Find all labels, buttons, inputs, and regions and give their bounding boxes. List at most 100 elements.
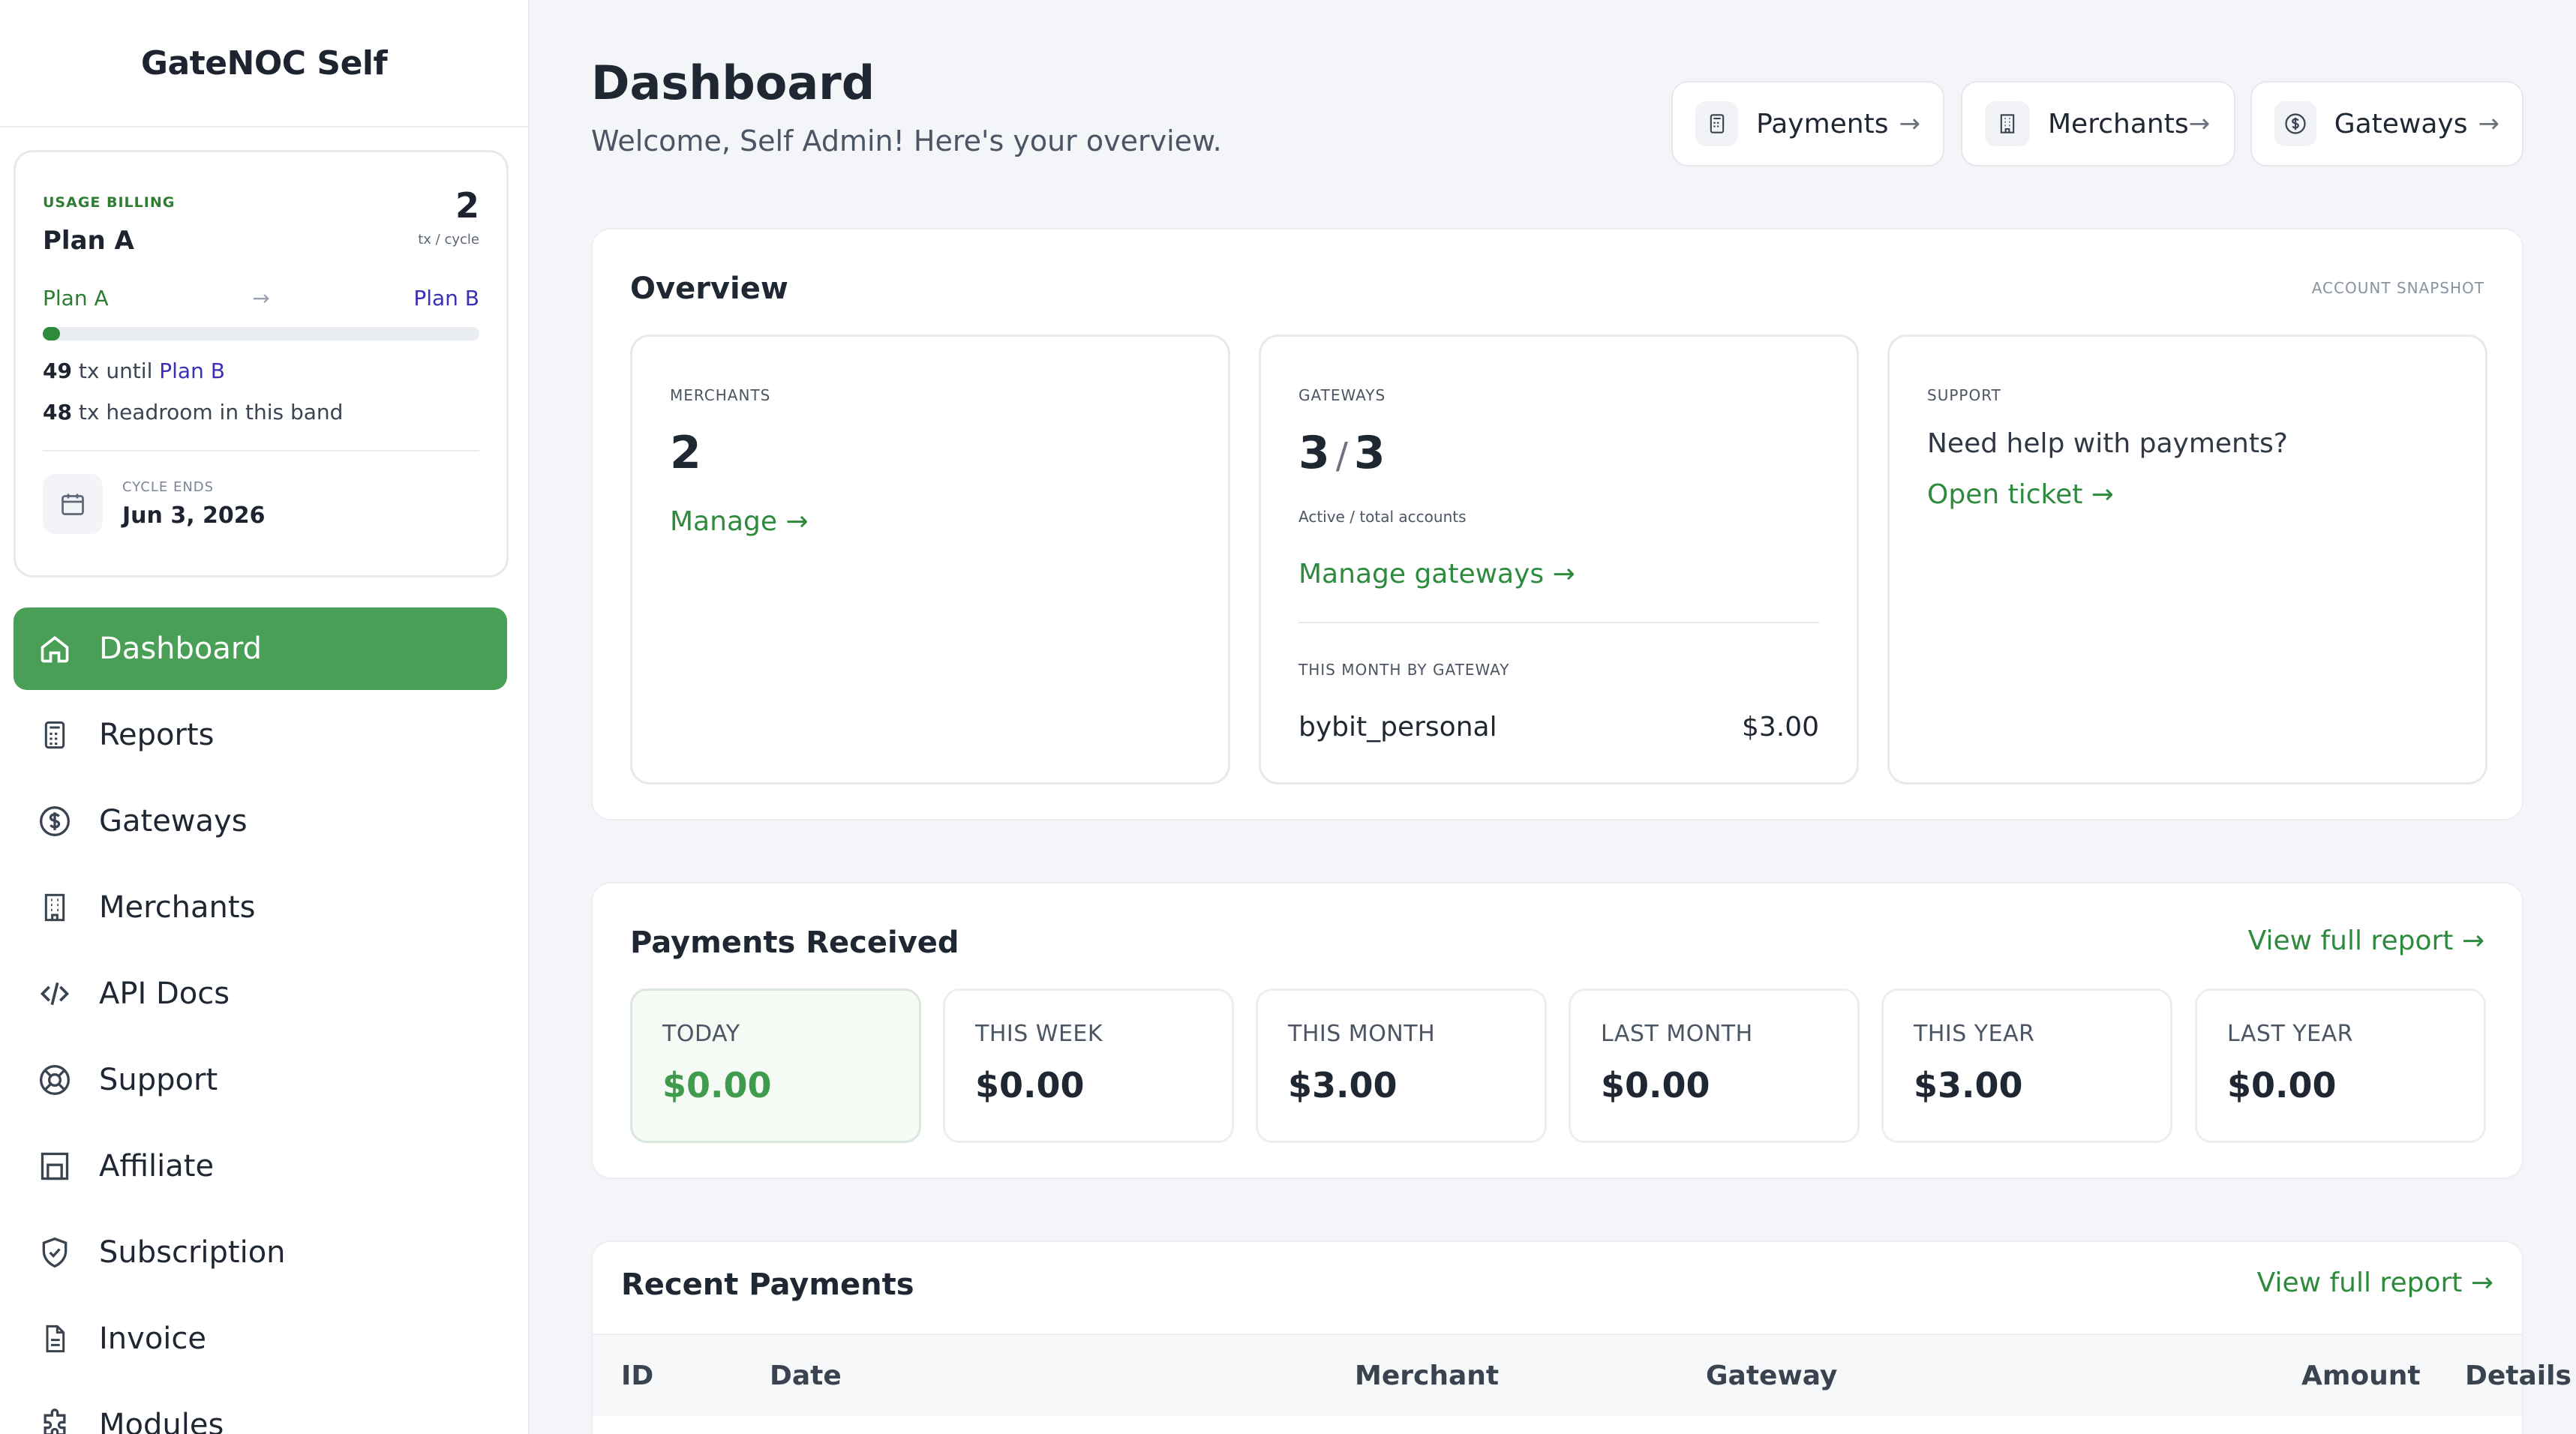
page-title: Dashboard — [591, 56, 875, 110]
quick-link-merchants[interactable]: Merchants → — [1961, 81, 2235, 166]
manage-merchants-link[interactable]: Manage → — [670, 506, 809, 537]
lifebuoy-icon — [38, 1063, 72, 1097]
plan-to: Plan B — [413, 286, 479, 310]
payment-card-today: TODAY $0.00 — [630, 988, 921, 1143]
gateways-label: GATEWAYS — [1299, 386, 1386, 404]
tx-headroom-stat: 48 tx headroom in this band — [43, 400, 479, 424]
payment-card-this-week: THIS WEEK $0.00 — [943, 988, 1234, 1143]
sidebar-item-gateways[interactable]: Gateways — [14, 780, 507, 862]
payment-card-last-year: LAST YEAR $0.00 — [2195, 988, 2486, 1143]
sidebar-item-label: Merchants — [99, 890, 256, 925]
recent-payments-title: Recent Payments — [621, 1268, 914, 1302]
puzzle-icon — [38, 1408, 72, 1434]
payment-card-label: THIS YEAR — [1914, 1021, 2035, 1047]
column-header-id[interactable]: ID — [621, 1360, 653, 1391]
support-question: Need help with payments? — [1927, 428, 2288, 459]
shield-check-icon — [38, 1235, 72, 1270]
gateways-total-count: 3 — [1353, 427, 1386, 479]
view-full-report-link[interactable]: View full report → — [2257, 1268, 2493, 1298]
payment-card-value: $0.00 — [1601, 1065, 1710, 1106]
merchants-count: 2 — [670, 427, 701, 479]
sidebar-item-label: Reports — [99, 718, 215, 752]
quick-link-gateways[interactable]: Gateways → — [2250, 81, 2523, 166]
payment-card-value: $3.00 — [1288, 1065, 1398, 1106]
payment-card-label: THIS MONTH — [1288, 1021, 1436, 1047]
home-icon — [38, 632, 72, 666]
manage-gateways-link[interactable]: Manage gateways → — [1299, 559, 1575, 590]
gateways-card: GATEWAYS 3/3 Active / total accounts Man… — [1259, 334, 1859, 784]
sidebar-item-label: Dashboard — [99, 632, 263, 666]
current-plan-name: Plan A — [43, 226, 134, 256]
month-gateway-row: bybit_personal $3.00 — [1299, 712, 1819, 742]
building-icon — [38, 890, 72, 925]
tx-until-plan: Plan B — [159, 358, 225, 383]
tx-count: 2 — [455, 185, 479, 226]
merchants-card: MERCHANTS 2 Manage → — [630, 334, 1230, 784]
quick-link-label: Payments — [1756, 108, 1889, 140]
sidebar-item-merchants[interactable]: Merchants — [14, 866, 507, 949]
payment-card-label: LAST YEAR — [2227, 1021, 2353, 1047]
sidebar-item-api-docs[interactable]: API Docs — [14, 952, 507, 1035]
sidebar-item-affiliate[interactable]: Affiliate — [14, 1125, 507, 1208]
payment-card-label: TODAY — [662, 1021, 740, 1047]
cycle-ends-date: Jun 3, 2026 — [122, 502, 266, 529]
quick-link-payments[interactable]: Payments → — [1671, 81, 1944, 166]
sidebar: GateNOC Self USAGE BILLING Plan A 2 tx /… — [0, 0, 530, 1434]
payments-received-title: Payments Received — [630, 926, 959, 960]
tx-until-text: tx until — [71, 358, 160, 383]
calendar-icon — [43, 474, 103, 534]
cycle-ends: CYCLE ENDS Jun 3, 2026 — [43, 474, 479, 534]
payments-received-panel: Payments Received View full report → TOD… — [591, 882, 2523, 1179]
payment-card-value: $0.00 — [975, 1065, 1085, 1106]
sidebar-item-label: Invoice — [99, 1322, 207, 1356]
overview-panel: Overview ACCOUNT SNAPSHOT MERCHANTS 2 Ma… — [591, 228, 2523, 820]
month-gateway-amount: $3.00 — [1741, 712, 1819, 742]
code-icon — [38, 976, 72, 1011]
divider — [43, 450, 479, 452]
tx-count-unit: tx / cycle — [418, 232, 479, 248]
column-header-amount[interactable]: Amount — [2301, 1360, 2421, 1391]
support-card: SUPPORT Need help with payments? Open ti… — [1887, 334, 2487, 784]
arrow-right-icon: → — [1899, 109, 1921, 139]
gateways-subtitle: Active / total accounts — [1299, 508, 1467, 526]
sidebar-item-support[interactable]: Support — [14, 1039, 507, 1121]
document-icon — [38, 1322, 72, 1356]
plan-from: Plan A — [43, 286, 109, 310]
column-header-date[interactable]: Date — [770, 1360, 842, 1391]
table-header: ID Date Merchant Gateway Amount Details — [593, 1334, 2571, 1416]
sidebar-item-modules[interactable]: Modules — [14, 1384, 507, 1434]
tx-until-count: 49 — [43, 358, 72, 383]
month-gateway-name: bybit_personal — [1299, 712, 1497, 742]
sidebar-item-reports[interactable]: Reports — [14, 694, 507, 776]
account-snapshot-label: ACCOUNT SNAPSHOT — [2311, 279, 2484, 297]
usage-billing-card: USAGE BILLING Plan A 2 tx / cycle Plan A… — [14, 150, 509, 578]
plan-progress-fill — [43, 327, 61, 340]
sidebar-item-invoice[interactable]: Invoice — [14, 1298, 507, 1380]
gateways-count: 3/3 — [1299, 427, 1386, 479]
sidebar-item-label: Subscription — [99, 1235, 286, 1270]
gateways-active-count: 3 — [1299, 427, 1330, 479]
sidebar-item-label: Affiliate — [99, 1149, 215, 1184]
divider — [1299, 622, 1819, 623]
payment-card-last-month: LAST MONTH $0.00 — [1569, 988, 1860, 1143]
sidebar-item-label: API Docs — [99, 976, 230, 1011]
overview-title: Overview — [630, 272, 788, 306]
sidebar-item-dashboard[interactable]: Dashboard — [14, 608, 507, 690]
column-header-merchant[interactable]: Merchant — [1355, 1360, 1499, 1391]
arrow-right-icon: → — [2188, 109, 2211, 139]
calculator-icon — [1695, 101, 1739, 146]
sidebar-item-subscription[interactable]: Subscription — [14, 1211, 507, 1294]
payment-card-value: $3.00 — [1914, 1065, 2023, 1106]
recent-payments-panel: Recent Payments View full report → ID Da… — [591, 1240, 2571, 1434]
arrow-right-icon: → — [2478, 109, 2500, 139]
payment-card-value: $0.00 — [2227, 1065, 2337, 1106]
column-header-details[interactable]: Details — [2465, 1360, 2571, 1391]
payment-card-label: THIS WEEK — [975, 1021, 1103, 1047]
arrow-right-icon: → — [252, 286, 270, 310]
payment-card-value: $0.00 — [662, 1065, 772, 1106]
column-header-gateway[interactable]: Gateway — [1706, 1360, 1837, 1391]
open-ticket-link[interactable]: Open ticket → — [1927, 479, 2114, 510]
calculator-icon — [38, 718, 72, 752]
sidebar-item-label: Gateways — [99, 804, 248, 838]
view-full-report-link[interactable]: View full report → — [2248, 926, 2484, 956]
